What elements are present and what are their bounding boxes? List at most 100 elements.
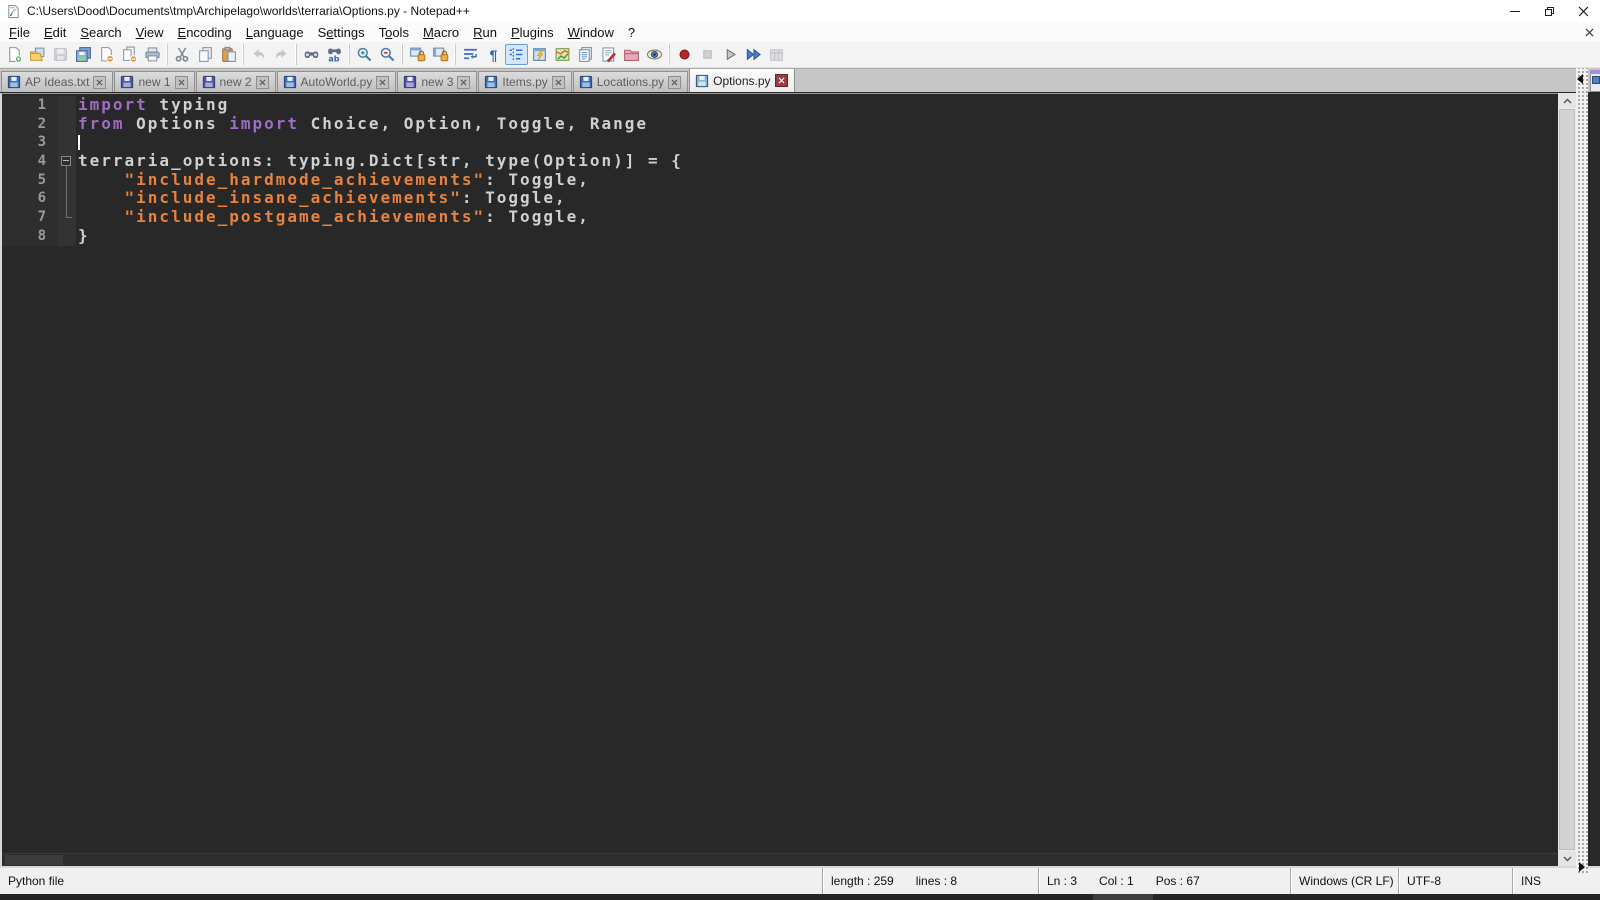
code-line-1[interactable]: 1 import typing (2, 95, 1558, 115)
print-button[interactable] (141, 44, 164, 65)
redo-button[interactable] (270, 44, 293, 65)
macro-stop-button[interactable] (696, 44, 719, 65)
code-line-8[interactable]: 8} (2, 225, 1558, 246)
horizontal-scrollbar-thumb[interactable] (5, 855, 63, 865)
sync-horizontal-button[interactable] (429, 44, 452, 65)
disk-icon (579, 75, 592, 89)
menu-tools[interactable]: Tools (372, 24, 416, 41)
line-number: 6 (2, 189, 58, 209)
tab-close-button[interactable] (457, 75, 471, 89)
fold-box-icon[interactable] (58, 152, 76, 171)
zoom-in-button[interactable] (353, 44, 376, 65)
tab-autoworld-py[interactable]: AutoWorld.py (276, 71, 397, 92)
macro-record-button[interactable] (673, 44, 696, 65)
print-icon (144, 46, 161, 63)
menu-edit[interactable]: Edit (37, 24, 73, 41)
vertical-scrollbar-thumb[interactable] (1559, 109, 1575, 850)
find-button[interactable] (300, 44, 323, 65)
folder-as-workspace-button[interactable] (620, 44, 643, 65)
code-text: } (78, 225, 90, 245)
tab-items-py[interactable]: Items.py (478, 71, 572, 92)
menu-view[interactable]: View (129, 24, 171, 41)
tab-options-py[interactable]: Options.py (689, 69, 795, 92)
tab-close-button[interactable] (93, 75, 107, 89)
line-number: 5 (2, 170, 58, 190)
menu-window[interactable]: Window (561, 24, 621, 41)
menu-encoding[interactable]: Encoding (171, 24, 239, 41)
close-window-button[interactable] (1566, 0, 1600, 22)
tab-scroll-left-icon[interactable] (1577, 74, 1583, 84)
tab-ap-ideas-txt[interactable]: AP Ideas.txt (1, 71, 114, 92)
code-editor[interactable]: 1 import typing 2 from Options import Choic… (0, 93, 1558, 866)
close-document-button[interactable] (1585, 25, 1594, 40)
paste-button[interactable] (217, 44, 240, 65)
main-content: AP Ideas.txt new 1 new 2 AutoWorld.py new 3 I… (0, 68, 1600, 874)
tab-close-button[interactable] (174, 75, 188, 89)
save-button[interactable] (49, 44, 72, 65)
tab-close-button[interactable] (255, 75, 269, 89)
save-all-icon (75, 46, 92, 63)
menu-file[interactable]: File (2, 24, 37, 41)
tab-label: new 1 (138, 75, 171, 89)
menu-search[interactable]: Search (73, 24, 128, 41)
view-splitter-handle[interactable] (1576, 68, 1588, 874)
new-file-button[interactable] (3, 44, 26, 65)
word-wrap-button[interactable] (459, 44, 482, 65)
show-all-characters-button[interactable]: ¶ (482, 44, 505, 65)
function-list-button[interactable] (597, 44, 620, 65)
define-language-button[interactable] (528, 44, 551, 65)
open-file-button[interactable] (26, 44, 49, 65)
vertical-scrollbar[interactable] (1558, 93, 1576, 866)
close-all-button[interactable] (118, 44, 141, 65)
document-list-button[interactable] (574, 44, 597, 65)
tab-new-1[interactable]: new 1 (114, 71, 195, 92)
menu-run[interactable]: Run (466, 24, 504, 41)
tab-close-button[interactable] (774, 74, 788, 87)
second-view-edge (1588, 68, 1600, 866)
zoom-out-button[interactable] (376, 44, 399, 65)
undo-button[interactable] (247, 44, 270, 65)
macro-run-multiple-button[interactable] (742, 44, 765, 65)
menu-plugins[interactable]: Plugins (504, 24, 561, 41)
horizontal-scrollbar[interactable] (2, 853, 1558, 866)
tab-close-button[interactable] (551, 75, 565, 89)
code-line-2[interactable]: 2 from Options import Choice, Option, Tog… (2, 114, 1558, 134)
macro-save-button[interactable] (765, 44, 788, 65)
status-insert-mode[interactable]: INS (1521, 874, 1541, 888)
close-button[interactable] (95, 44, 118, 65)
tab-scroll-right-icon[interactable] (1579, 862, 1585, 872)
menu--[interactable]: ? (621, 24, 642, 41)
code-line-7[interactable]: 7 "include_postgame_achievements": Toggl… (2, 207, 1558, 227)
code-line-3[interactable]: 3 (2, 133, 1558, 153)
fold-margin (58, 226, 76, 246)
tab-new-2[interactable]: new 2 (195, 71, 276, 92)
save-all-button[interactable] (72, 44, 95, 65)
replace-button[interactable]: ab (323, 44, 346, 65)
menu-macro[interactable]: Macro (416, 24, 466, 41)
show-indent-guide-button[interactable] (505, 44, 528, 65)
scroll-up-button[interactable] (1558, 93, 1576, 108)
macro-play-button[interactable] (719, 44, 742, 65)
code-line-5[interactable]: 5 "include_hardmode_achievements": Toggl… (2, 170, 1558, 190)
menu-settings[interactable]: Settings (311, 24, 372, 41)
find-icon (303, 46, 320, 63)
code-line-6[interactable]: 6 "include_insane_achievements": Toggle, (2, 189, 1558, 209)
tab-new-3[interactable]: new 3 (397, 71, 478, 92)
minimize-button[interactable] (1498, 0, 1532, 22)
document-map-button[interactable] (551, 44, 574, 65)
tab-close-button[interactable] (668, 75, 682, 89)
status-encoding[interactable]: UTF-8 (1407, 874, 1441, 888)
menu-language[interactable]: Language (239, 24, 311, 41)
tab-bar: AP Ideas.txt new 1 new 2 AutoWorld.py new 3 I… (0, 68, 1576, 92)
restore-button[interactable] (1532, 0, 1566, 22)
scroll-down-button[interactable] (1558, 851, 1576, 866)
tab-locations-py[interactable]: Locations.py (572, 71, 689, 92)
cut-button[interactable] (171, 44, 194, 65)
code-line-4[interactable]: 4 terraria_options: typing.Dict[str, type… (2, 151, 1558, 171)
copy-button[interactable] (194, 44, 217, 65)
status-eol-format[interactable]: Windows (CR LF) (1299, 874, 1394, 888)
zoom-out-icon (379, 46, 396, 63)
sync-vertical-button[interactable] (406, 44, 429, 65)
monitoring-button[interactable] (643, 44, 666, 65)
tab-close-button[interactable] (376, 75, 390, 89)
